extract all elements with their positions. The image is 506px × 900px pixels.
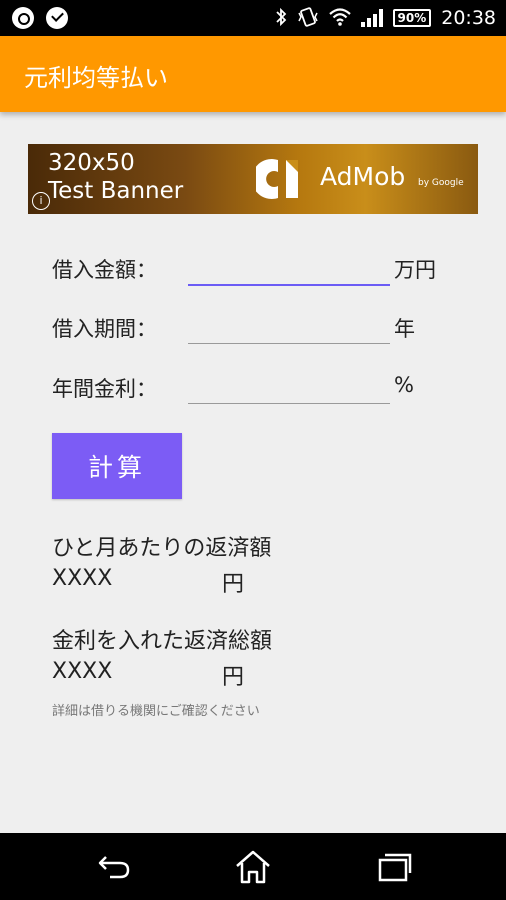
ad-brand: AdMob bbox=[320, 162, 406, 191]
rate-input[interactable] bbox=[188, 371, 390, 404]
bluetooth-icon bbox=[275, 7, 287, 30]
monthly-payment-value: XXXX bbox=[52, 566, 113, 591]
status-bar: 90% 20:38 bbox=[0, 0, 506, 36]
amount-unit: 万円 bbox=[394, 258, 436, 282]
admob-logo-icon bbox=[256, 159, 298, 199]
check-badge-icon bbox=[46, 7, 68, 29]
total-payment-unit: 円 bbox=[222, 665, 245, 690]
battery-icon: 90% bbox=[392, 9, 432, 27]
recents-icon[interactable] bbox=[374, 849, 414, 885]
signal-icon bbox=[360, 9, 383, 27]
rate-label: 年間金利： bbox=[52, 377, 157, 401]
ad-info-icon[interactable]: i bbox=[32, 192, 50, 210]
calculate-button[interactable]: 計算 bbox=[52, 433, 182, 499]
rate-unit: % bbox=[394, 373, 414, 397]
total-payment-label: 金利を入れた返済総額 bbox=[52, 629, 273, 654]
amount-label: 借入金額： bbox=[52, 258, 157, 282]
app-title: 元利均等払い bbox=[24, 64, 168, 92]
back-icon[interactable] bbox=[94, 849, 134, 885]
ad-size-text: 320x50 bbox=[48, 150, 135, 176]
period-input[interactable] bbox=[188, 311, 390, 344]
status-time: 20:38 bbox=[441, 7, 496, 29]
monthly-payment-unit: 円 bbox=[222, 572, 245, 597]
status-right-icons: 90% 20:38 bbox=[275, 0, 496, 36]
navigation-bar bbox=[0, 833, 506, 900]
ad-by-google: by Google bbox=[418, 178, 464, 188]
app-bar: 元利均等払い bbox=[0, 36, 506, 112]
total-payment-value: XXXX bbox=[52, 659, 113, 684]
period-unit: 年 bbox=[394, 317, 415, 341]
disclaimer-note: 詳細は借りる機関にご確認ください bbox=[52, 704, 260, 719]
vibrate-icon bbox=[297, 6, 319, 30]
ad-banner-text: Test Banner bbox=[48, 178, 184, 204]
ad-banner[interactable]: 320x50 Test Banner i AdMob by Google bbox=[28, 144, 478, 214]
home-icon[interactable] bbox=[233, 849, 273, 885]
monthly-payment-label: ひと月あたりの返済額 bbox=[52, 536, 272, 561]
status-left-icons bbox=[12, 7, 68, 29]
wifi-icon bbox=[328, 7, 351, 29]
period-label: 借入期間： bbox=[52, 317, 157, 341]
circle-app-icon bbox=[12, 7, 34, 29]
amount-input[interactable] bbox=[188, 252, 390, 286]
